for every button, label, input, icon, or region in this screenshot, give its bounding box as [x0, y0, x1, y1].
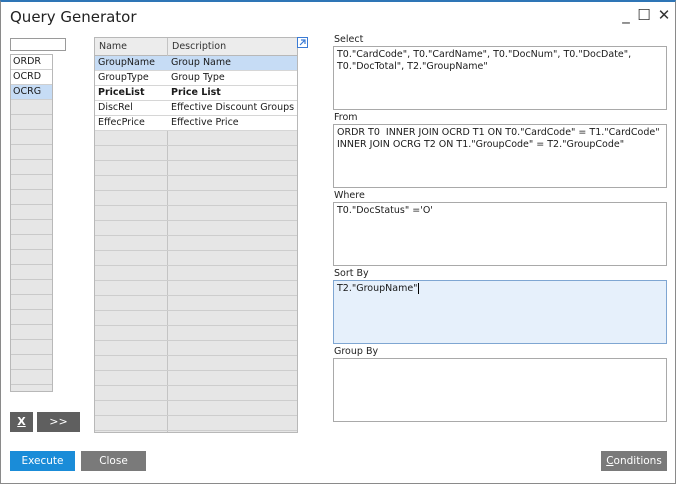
close-button[interactable]: Close: [81, 451, 146, 471]
field-name: DiscRel: [98, 102, 133, 113]
where-field[interactable]: T0."DocStatus" ='O': [333, 202, 667, 266]
fields-grid: Name Description GroupName Group Name Grou…: [94, 37, 298, 433]
remove-table-button[interactable]: X: [10, 412, 33, 432]
field-row[interactable]: GroupType Group Type: [95, 71, 297, 86]
grid-body: GroupName Group Name GroupType Group Type Pr…: [95, 56, 297, 432]
from-label: From: [334, 112, 358, 123]
sort-by-value: T2."GroupName": [337, 283, 418, 294]
field-description: Effective Price: [171, 117, 239, 128]
maximize-icon[interactable]: ☐: [635, 6, 653, 26]
grid-header: Name Description: [95, 38, 297, 56]
field-description: Effective Discount Groups: [171, 102, 295, 113]
from-field[interactable]: ORDR T0 INNER JOIN OCRD T1 ON T0."CardCo…: [333, 124, 667, 188]
field-name: GroupType: [98, 72, 149, 83]
table-filter-input[interactable]: [10, 38, 66, 51]
expand-arrow-icon[interactable]: [297, 37, 309, 49]
group-by-field[interactable]: [333, 358, 667, 422]
field-row[interactable]: GroupName Group Name: [95, 56, 297, 71]
select-label: Select: [334, 34, 364, 45]
field-row[interactable]: EffecPrice Effective Price: [95, 116, 297, 131]
field-description: Group Type: [171, 72, 225, 83]
sort-by-field[interactable]: T2."GroupName": [333, 280, 667, 344]
field-row[interactable]: PriceList Price List: [95, 86, 297, 101]
column-header-name[interactable]: Name: [99, 41, 127, 52]
where-label: Where: [334, 190, 365, 201]
move-fields-button[interactable]: >>: [37, 412, 80, 432]
close-icon[interactable]: ✕: [655, 6, 673, 26]
minimize-icon[interactable]: _: [617, 6, 635, 26]
execute-button[interactable]: Execute: [10, 451, 75, 471]
field-name: EffecPrice: [98, 117, 145, 128]
table-list-item[interactable]: OCRG: [11, 85, 52, 100]
table-list-item[interactable]: OCRD: [11, 70, 52, 85]
field-row[interactable]: DiscRel Effective Discount Groups: [95, 101, 297, 116]
tables-list[interactable]: ORDR OCRD OCRG: [10, 54, 53, 392]
field-description: Price List: [171, 87, 221, 98]
field-name: GroupName: [98, 57, 155, 68]
column-header-description[interactable]: Description: [172, 41, 226, 52]
select-field[interactable]: T0."CardCode", T0."CardName", T0."DocNum…: [333, 46, 667, 110]
group-by-label: Group By: [334, 346, 379, 357]
title-bar: Query Generator _ ☐ ✕: [1, 2, 675, 32]
window-title: Query Generator: [10, 8, 137, 26]
field-name: PriceList: [98, 87, 145, 98]
field-description: Group Name: [171, 57, 231, 68]
sort-by-label: Sort By: [334, 268, 369, 279]
conditions-button[interactable]: Conditions: [601, 451, 667, 471]
text-caret: [417, 283, 419, 294]
table-list-item[interactable]: ORDR: [11, 55, 52, 70]
